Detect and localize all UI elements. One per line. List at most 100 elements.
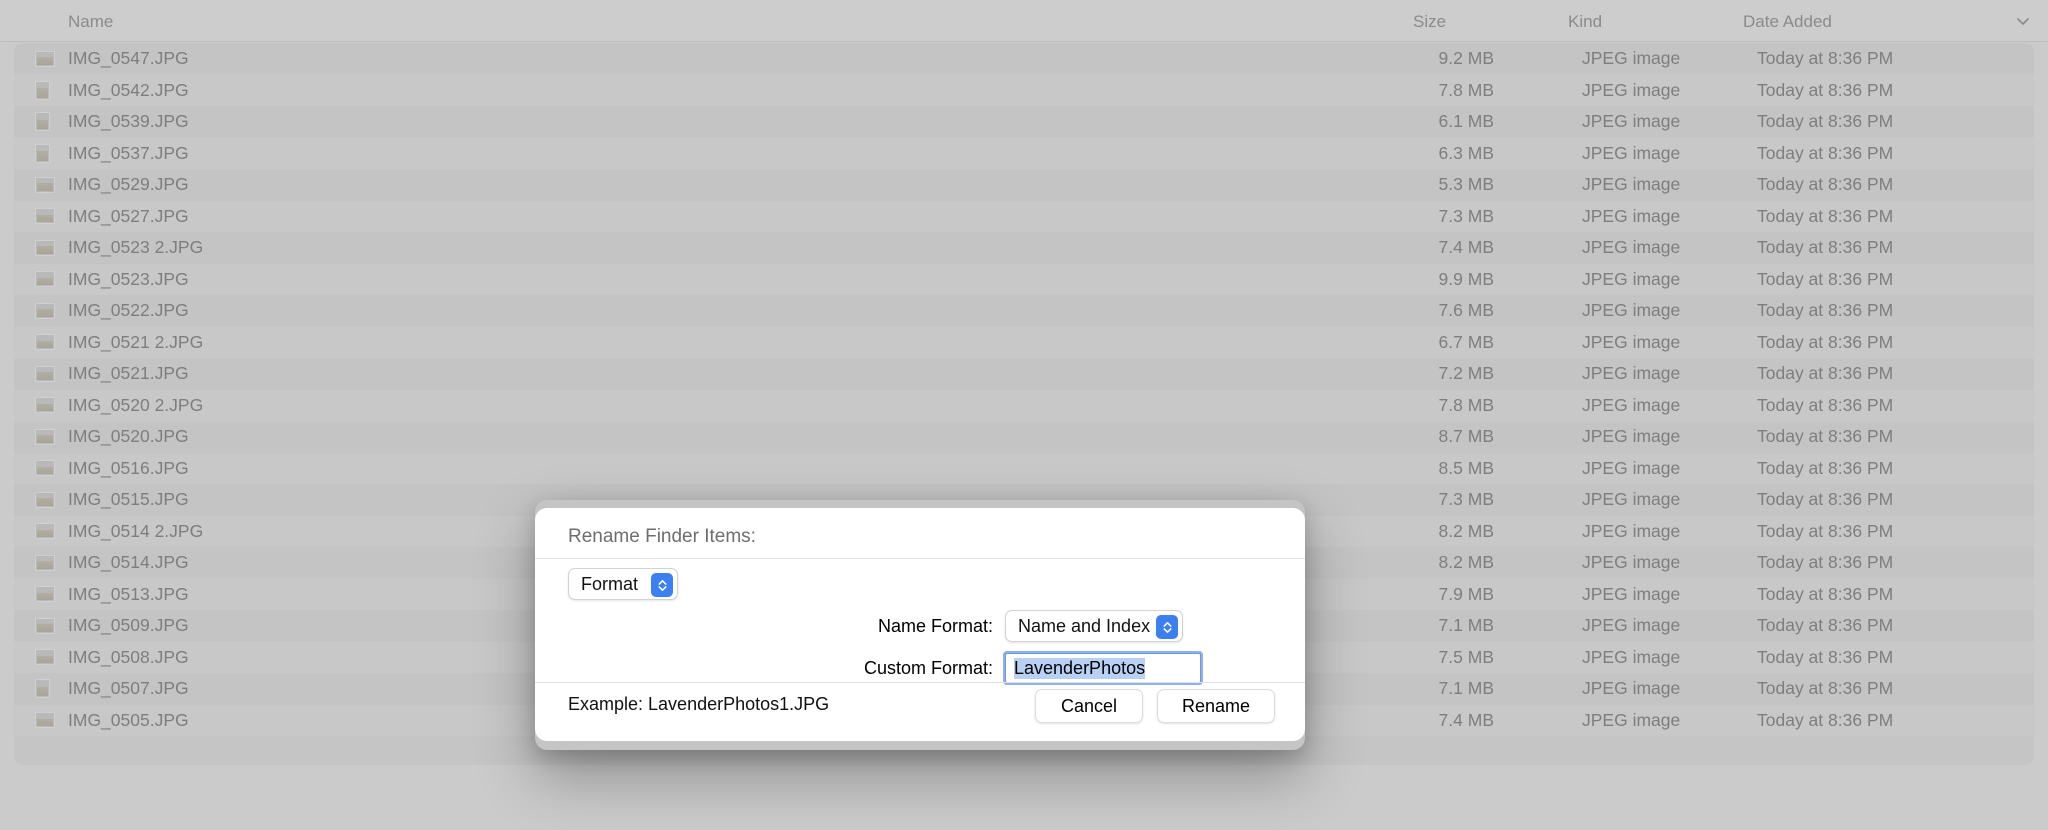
file-thumbnail-icon bbox=[35, 460, 55, 477]
file-date-added: Today at 8:36 PM bbox=[1757, 79, 1894, 100]
table-row[interactable]: IMG_0516.JPG 8.5 MB JPEG image Today at 8:3… bbox=[14, 452, 2034, 484]
file-name: IMG_0516.JPG bbox=[68, 457, 189, 478]
rename-finder-items-dialog: Rename Finder Items: Format Name Format:… bbox=[535, 508, 1305, 741]
file-kind: JPEG image bbox=[1582, 48, 1681, 69]
table-row[interactable]: IMG_0542.JPG 7.8 MB JPEG image Today at 8:3… bbox=[14, 74, 2034, 106]
table-row[interactable]: IMG_0523 2.JPG 7.4 MB JPEG image Today at 8… bbox=[14, 232, 2034, 264]
chevron-updown-icon bbox=[1156, 615, 1178, 639]
file-date-added: Today at 8:36 PM bbox=[1757, 111, 1894, 132]
file-thumbnail-icon bbox=[35, 80, 50, 100]
finder-window: Name Size Kind Date Added IMG_0547.JPG 9.… bbox=[0, 0, 2048, 830]
file-kind: JPEG image bbox=[1582, 520, 1681, 541]
file-date-added: Today at 8:36 PM bbox=[1757, 457, 1894, 478]
file-kind: JPEG image bbox=[1582, 709, 1681, 730]
file-thumbnail-icon bbox=[35, 428, 55, 445]
table-row[interactable]: IMG_0547.JPG 9.2 MB JPEG image Today at 8:3… bbox=[14, 43, 2034, 75]
file-kind: JPEG image bbox=[1582, 142, 1681, 163]
file-kind: JPEG image bbox=[1582, 552, 1681, 573]
table-row[interactable]: IMG_0521 2.JPG 6.7 MB JPEG image Today at 8… bbox=[14, 326, 2034, 358]
table-row[interactable]: IMG_0529.JPG 5.3 MB JPEG image Today at 8:3… bbox=[14, 169, 2034, 201]
column-header-name[interactable]: Name bbox=[68, 12, 113, 32]
file-kind: JPEG image bbox=[1582, 363, 1681, 384]
rename-button[interactable]: Rename bbox=[1157, 689, 1275, 723]
file-date-added: Today at 8:36 PM bbox=[1757, 520, 1894, 541]
file-kind: JPEG image bbox=[1582, 457, 1681, 478]
file-thumbnail-icon bbox=[35, 712, 55, 729]
file-date-added: Today at 8:36 PM bbox=[1757, 678, 1894, 699]
file-kind: JPEG image bbox=[1582, 268, 1681, 289]
file-name: IMG_0513.JPG bbox=[68, 583, 189, 604]
file-size: 7.6 MB bbox=[1438, 300, 1494, 321]
file-size: 6.7 MB bbox=[1438, 331, 1494, 352]
file-size: 5.3 MB bbox=[1438, 174, 1494, 195]
operation-popup-button[interactable]: Format bbox=[568, 568, 678, 600]
file-name: IMG_0509.JPG bbox=[68, 615, 189, 636]
divider-bottom bbox=[535, 682, 1305, 683]
file-list-column-header: Name Size Kind Date Added bbox=[0, 0, 2048, 42]
file-thumbnail-icon bbox=[35, 239, 55, 256]
file-date-added: Today at 8:36 PM bbox=[1757, 394, 1894, 415]
table-row[interactable]: IMG_0520 2.JPG 7.8 MB JPEG image Today at 8… bbox=[14, 389, 2034, 421]
file-thumbnail-icon bbox=[35, 365, 55, 382]
file-kind: JPEG image bbox=[1582, 79, 1681, 100]
file-thumbnail-icon bbox=[35, 586, 55, 603]
table-row[interactable]: IMG_0537.JPG 6.3 MB JPEG image Today at 8:3… bbox=[14, 137, 2034, 169]
file-name: IMG_0522.JPG bbox=[68, 300, 189, 321]
file-date-added: Today at 8:36 PM bbox=[1757, 268, 1894, 289]
file-name: IMG_0527.JPG bbox=[68, 205, 189, 226]
file-name: IMG_0547.JPG bbox=[68, 48, 189, 69]
file-thumbnail-icon bbox=[35, 302, 55, 319]
table-row[interactable]: IMG_0523.JPG 9.9 MB JPEG image Today at 8:3… bbox=[14, 263, 2034, 295]
file-thumbnail-icon bbox=[35, 176, 55, 193]
file-size: 8.7 MB bbox=[1438, 426, 1494, 447]
file-date-added: Today at 8:36 PM bbox=[1757, 205, 1894, 226]
table-row[interactable]: IMG_0539.JPG 6.1 MB JPEG image Today at 8:3… bbox=[14, 106, 2034, 138]
column-header-size[interactable]: Size bbox=[1413, 12, 1446, 32]
file-name: IMG_0514 2.JPG bbox=[68, 520, 204, 541]
file-name: IMG_0507.JPG bbox=[68, 678, 189, 699]
column-header-date-added[interactable]: Date Added bbox=[1743, 12, 1832, 32]
file-date-added: Today at 8:36 PM bbox=[1757, 552, 1894, 573]
file-thumbnail-icon bbox=[35, 679, 50, 699]
file-size: 7.1 MB bbox=[1438, 615, 1494, 636]
custom-format-label: Custom Format: bbox=[863, 658, 993, 678]
file-size: 7.5 MB bbox=[1438, 646, 1494, 667]
file-name: IMG_0523 2.JPG bbox=[68, 237, 204, 258]
custom-format-input[interactable]: LavenderPhotos bbox=[1003, 651, 1203, 685]
table-row[interactable]: IMG_0520.JPG 8.7 MB JPEG image Today at 8:3… bbox=[14, 421, 2034, 453]
table-row[interactable]: IMG_0527.JPG 7.3 MB JPEG image Today at 8:3… bbox=[14, 200, 2034, 232]
file-thumbnail-icon bbox=[35, 143, 50, 163]
name-format-popup-button[interactable]: Name and Index bbox=[1005, 610, 1183, 642]
file-kind: JPEG image bbox=[1582, 205, 1681, 226]
file-date-added: Today at 8:36 PM bbox=[1757, 142, 1894, 163]
file-size: 7.3 MB bbox=[1438, 489, 1494, 510]
file-name: IMG_0508.JPG bbox=[68, 646, 189, 667]
file-date-added: Today at 8:36 PM bbox=[1757, 331, 1894, 352]
file-size: 7.9 MB bbox=[1438, 583, 1494, 604]
file-date-added: Today at 8:36 PM bbox=[1757, 615, 1894, 636]
file-thumbnail-icon bbox=[35, 112, 50, 132]
file-kind: JPEG image bbox=[1582, 426, 1681, 447]
file-date-added: Today at 8:36 PM bbox=[1757, 363, 1894, 384]
divider-top bbox=[535, 558, 1305, 559]
file-kind: JPEG image bbox=[1582, 331, 1681, 352]
file-size: 7.8 MB bbox=[1438, 394, 1494, 415]
file-name: IMG_0515.JPG bbox=[68, 489, 189, 510]
cancel-button[interactable]: Cancel bbox=[1035, 689, 1143, 723]
file-thumbnail-icon bbox=[35, 523, 55, 540]
file-kind: JPEG image bbox=[1582, 489, 1681, 510]
file-date-added: Today at 8:36 PM bbox=[1757, 583, 1894, 604]
file-kind: JPEG image bbox=[1582, 678, 1681, 699]
dialog-title: Rename Finder Items: bbox=[568, 526, 756, 547]
table-row[interactable]: IMG_0522.JPG 7.6 MB JPEG image Today at 8:3… bbox=[14, 295, 2034, 327]
table-row[interactable]: IMG_0521.JPG 7.2 MB JPEG image Today at 8:3… bbox=[14, 358, 2034, 390]
file-size: 8.2 MB bbox=[1438, 520, 1494, 541]
file-size: 9.9 MB bbox=[1438, 268, 1494, 289]
custom-format-value: LavenderPhotos bbox=[1014, 657, 1146, 679]
column-header-kind[interactable]: Kind bbox=[1568, 12, 1602, 32]
file-name: IMG_0539.JPG bbox=[68, 111, 189, 132]
file-kind: JPEG image bbox=[1582, 111, 1681, 132]
file-thumbnail-icon bbox=[35, 491, 55, 508]
chevron-down-icon[interactable] bbox=[2014, 12, 2032, 30]
file-size: 7.3 MB bbox=[1438, 205, 1494, 226]
